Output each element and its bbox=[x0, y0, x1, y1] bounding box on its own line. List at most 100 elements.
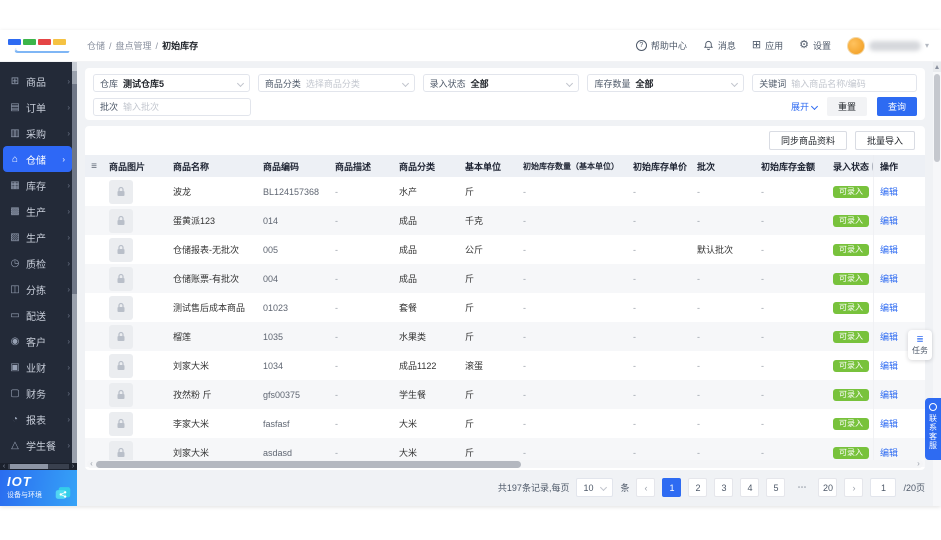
tasks-widget[interactable]: ≣ 任务 bbox=[908, 330, 932, 360]
sidebar-item-reports[interactable]: ◔ 报表 › bbox=[0, 406, 77, 432]
breadcrumb-stocktake[interactable]: 盘点管理 bbox=[116, 39, 152, 52]
contact-service-tab[interactable]: 联系客服 bbox=[925, 398, 941, 460]
product-desc: - bbox=[335, 244, 338, 255]
page-button-2[interactable]: 2 bbox=[688, 478, 708, 497]
messages-button[interactable]: 消息 bbox=[703, 39, 736, 52]
user-menu[interactable]: ▾ bbox=[846, 36, 929, 55]
expand-filters-link[interactable]: 展开 bbox=[791, 100, 819, 113]
entry-status-cell: 可录入 bbox=[827, 206, 873, 235]
apps-button[interactable]: ⊞ 应用 bbox=[752, 39, 783, 52]
product-image-placeholder[interactable] bbox=[109, 208, 133, 233]
scroll-right-icon[interactable]: › bbox=[69, 463, 77, 470]
scrollbar-thumb[interactable] bbox=[934, 74, 940, 162]
sidebar-item-production[interactable]: ▩ 生产 › bbox=[0, 198, 77, 224]
product-name: 波龙 bbox=[173, 187, 192, 197]
edit-link[interactable]: 编辑 bbox=[880, 388, 898, 401]
sidebar-item-orders[interactable]: ▤ 订单 › bbox=[0, 94, 77, 120]
table-row[interactable]: 波龙 BL124157368 - 水产 斤 - - - - 可录入 编辑 bbox=[85, 177, 925, 206]
sidebar-item-quality[interactable]: ◷ 质检 › bbox=[0, 250, 77, 276]
next-page-button[interactable]: › bbox=[844, 478, 864, 497]
reset-button[interactable]: 重置 bbox=[826, 97, 867, 116]
warehouse-select[interactable]: 仓库 测试仓库5 bbox=[93, 74, 250, 92]
edit-link[interactable]: 编辑 bbox=[880, 330, 898, 343]
category-select[interactable]: 商品分类 选择商品分类 bbox=[257, 74, 415, 92]
sidebar-item-inventory[interactable]: ▦ 库存 › bbox=[0, 172, 77, 198]
edit-link[interactable]: 编辑 bbox=[880, 185, 898, 198]
edit-link[interactable]: 编辑 bbox=[880, 359, 898, 372]
edit-link[interactable]: 编辑 bbox=[880, 272, 898, 285]
edit-link[interactable]: 编辑 bbox=[880, 243, 898, 256]
table-row[interactable]: 榴莲 1035 - 水果类 斤 - - - - 可录入 编辑 bbox=[85, 322, 925, 351]
sidebar-horizontal-scrollbar[interactable]: ‹ › bbox=[0, 463, 77, 470]
sidebar-item-delivery[interactable]: ▭ 配送 › bbox=[0, 302, 77, 328]
breadcrumb-warehouse[interactable]: 仓储 bbox=[87, 39, 105, 52]
page-button-5[interactable]: 5 bbox=[766, 478, 786, 497]
prev-page-button[interactable]: ‹ bbox=[636, 478, 656, 497]
product-image-placeholder[interactable] bbox=[109, 411, 133, 436]
sidebar-item-label: 生产 bbox=[26, 233, 46, 245]
edit-link[interactable]: 编辑 bbox=[880, 214, 898, 227]
table-row[interactable]: 李家大米 fasfasf - 大米 斤 - - - - 可录入 编辑 bbox=[85, 409, 925, 438]
bulk-import-button[interactable]: 批量导入 bbox=[854, 131, 915, 150]
sidebar-item-goods[interactable]: ⊞ 商品 › bbox=[0, 68, 77, 94]
sidebar-item-finance[interactable]: ▢ 财务 › bbox=[0, 380, 77, 406]
edit-link[interactable]: 编辑 bbox=[880, 301, 898, 314]
product-image-placeholder[interactable] bbox=[109, 237, 133, 262]
sidebar-item-production2[interactable]: ▨ 生产 › bbox=[0, 224, 77, 250]
actions-cell: 编辑 bbox=[873, 177, 909, 206]
table-row[interactable]: 蛋黄派123 014 - 成品 千克 - - - - 可录入 编辑 bbox=[85, 206, 925, 235]
product-image-placeholder[interactable] bbox=[109, 353, 133, 378]
sidebar-item-label: 质检 bbox=[26, 259, 46, 271]
help-center-button[interactable]: ? 帮助中心 bbox=[635, 39, 687, 52]
page-size-select[interactable]: 10 bbox=[576, 478, 614, 497]
keyword-input[interactable]: 关键词 输入商品名称/编码 bbox=[752, 74, 917, 92]
product-image-placeholder[interactable] bbox=[109, 266, 133, 291]
batch-input[interactable]: 批次 输入批次 bbox=[93, 97, 251, 116]
page-button-3[interactable]: 3 bbox=[714, 478, 734, 497]
scroll-left-icon[interactable]: ‹ bbox=[0, 463, 8, 470]
sync-products-button[interactable]: 同步商品资料 bbox=[768, 131, 847, 150]
page-button-20[interactable]: 20 bbox=[818, 478, 838, 497]
page-button-4[interactable]: 4 bbox=[740, 478, 760, 497]
col-product-code: 商品编码 bbox=[263, 161, 300, 172]
search-button[interactable]: 查询 bbox=[876, 97, 917, 116]
product-image-placeholder[interactable] bbox=[109, 295, 133, 320]
product-image-placeholder[interactable] bbox=[109, 179, 133, 204]
sidebar-item-customers[interactable]: ◉ 客户 › bbox=[0, 328, 77, 354]
scroll-left-icon[interactable]: ‹ bbox=[87, 460, 96, 468]
batch: - bbox=[697, 418, 700, 429]
product-image-cell bbox=[103, 264, 167, 293]
settings-button[interactable]: ⚙ 设置 bbox=[799, 39, 831, 52]
table-row[interactable]: 孜然粉 斤 gfs00375 - 学生餐 斤 - - - - 可录入 编辑 bbox=[85, 380, 925, 409]
sidebar-item-sorting[interactable]: ◫ 分拣 › bbox=[0, 276, 77, 302]
username-blurred bbox=[868, 40, 921, 51]
table-horizontal-scrollbar[interactable]: ‹ › bbox=[87, 460, 923, 468]
category-label: 商品分类 bbox=[264, 78, 301, 89]
sidebar-item-label: 订单 bbox=[26, 103, 46, 115]
page-button-1[interactable]: 1 bbox=[662, 478, 682, 497]
table-row[interactable]: 测试售后成本商品 01023 - 套餐 斤 - - - - 可录入 编辑 bbox=[85, 293, 925, 322]
sidebar-item-student-meal[interactable]: △ 学生餐 › bbox=[0, 432, 77, 458]
sidebar-item-purchase[interactable]: ▥ 采购 › bbox=[0, 120, 77, 146]
scroll-right-icon[interactable]: › bbox=[914, 460, 923, 468]
app-window: 仓储 / 盘点管理 / 初始库存 ? 帮助中心 消息 ⊞ 应用 ⚙ 设置 ▾ ⊞… bbox=[0, 30, 941, 506]
entry-status-cell: 可录入 bbox=[827, 235, 873, 264]
entry-status-select[interactable]: 录入状态 全部 bbox=[422, 74, 580, 92]
table-row[interactable]: 刘家大米 1034 - 成品1122 滚蛋 - - - - 可录入 编辑 bbox=[85, 351, 925, 380]
scroll-up-icon[interactable] bbox=[933, 62, 941, 72]
sidebar-vertical-scrollbar[interactable] bbox=[72, 62, 77, 470]
table-row[interactable]: 仓储账票-有批次 004 - 成品 斤 - - - - 可录入 编辑 bbox=[85, 264, 925, 293]
table-row[interactable]: 仓储报表-无批次 005 - 成品 公斤 - - 默认批次 - 可录入 编辑 bbox=[85, 235, 925, 264]
initial-price: - bbox=[633, 244, 636, 255]
product-image-placeholder[interactable] bbox=[109, 324, 133, 349]
sidebar-item-biz-finance[interactable]: ▣ 业财 › bbox=[0, 354, 77, 380]
edit-link[interactable]: 编辑 bbox=[880, 417, 898, 430]
sidebar-item-warehouse[interactable]: ⌂ 仓储 › bbox=[3, 146, 72, 172]
sidebar-item-label: 采购 bbox=[26, 129, 46, 141]
stock-qty-label: 库存数量 bbox=[594, 78, 631, 89]
edit-link[interactable]: 编辑 bbox=[880, 446, 898, 459]
jump-page-input[interactable]: 1 bbox=[870, 478, 897, 497]
stock-qty-select[interactable]: 库存数量 全部 bbox=[587, 74, 745, 92]
product-image-placeholder[interactable] bbox=[109, 382, 133, 407]
column-settings-icon[interactable]: ≡ bbox=[85, 155, 103, 177]
